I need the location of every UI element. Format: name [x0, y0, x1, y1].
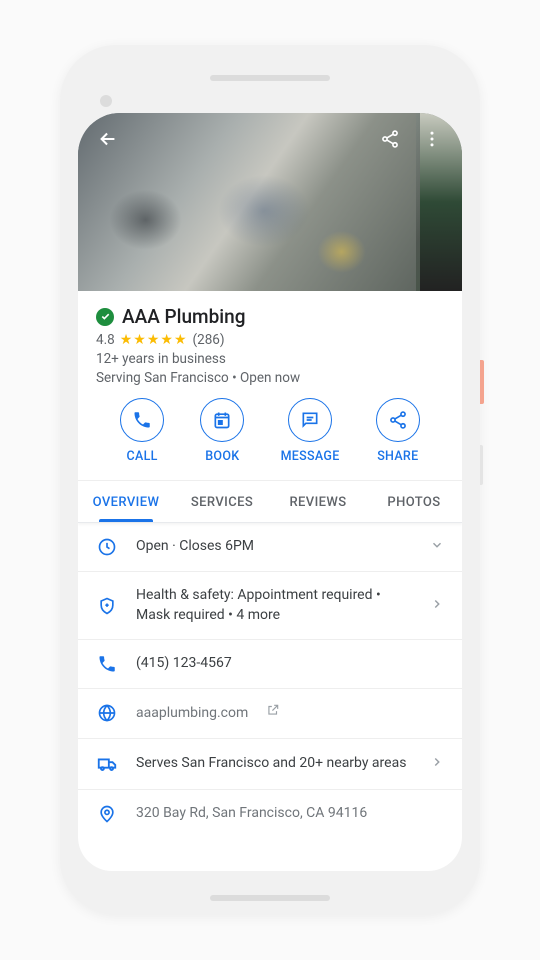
more-vert-icon [422, 129, 442, 149]
book-button[interactable]: BOOK [200, 398, 244, 464]
phone-icon [132, 410, 152, 430]
tab-photos[interactable]: PHOTOS [366, 481, 462, 522]
website-text: aaaplumbing.com [136, 703, 444, 724]
chevron-right-icon [430, 597, 444, 611]
tab-bar: OVERVIEW SERVICES REVIEWS PHOTOS [78, 481, 462, 523]
phone-row-icon [97, 654, 117, 674]
share-label: SHARE [377, 449, 418, 464]
shield-icon [97, 596, 117, 616]
rating-value: 4.8 [96, 332, 115, 348]
back-button[interactable] [96, 127, 120, 151]
calendar-icon [212, 410, 232, 430]
phone-text: (415) 123-4567 [136, 654, 444, 674]
verified-badge-icon [96, 308, 114, 326]
call-label: CALL [127, 449, 158, 464]
clock-icon [97, 537, 117, 557]
header-card: AAA Plumbing 4.8 ★★★★★ (286) 12+ years i… [78, 291, 462, 481]
tab-reviews[interactable]: REVIEWS [270, 481, 366, 522]
arrow-left-icon [97, 128, 119, 150]
stars-icon: ★★★★★ [120, 332, 188, 348]
hours-row[interactable]: Open · Closes 6PM [78, 523, 462, 572]
globe-icon [97, 703, 117, 723]
phone-row[interactable]: (415) 123-4567 [78, 640, 462, 689]
chevron-right-icon [430, 755, 444, 769]
business-name: AAA Plumbing [122, 305, 245, 328]
share-icon [380, 129, 400, 149]
share-hero-button[interactable] [378, 127, 402, 151]
safety-row[interactable]: Health & safety: Appointment required • … [78, 572, 462, 640]
share-button[interactable]: SHARE [376, 398, 420, 464]
tab-overview[interactable]: OVERVIEW [78, 481, 174, 522]
message-button[interactable]: MESSAGE [281, 398, 340, 464]
book-label: BOOK [205, 449, 239, 464]
address-row[interactable]: 320 Bay Rd, San Francisco, CA 94116 [78, 790, 462, 838]
call-button[interactable]: CALL [120, 398, 164, 464]
years-in-business: 12+ years in business [96, 351, 444, 367]
website-row[interactable]: aaaplumbing.com [78, 689, 462, 739]
share-action-icon [388, 410, 408, 430]
chevron-down-icon [430, 538, 444, 552]
tab-services[interactable]: SERVICES [174, 481, 270, 522]
more-button[interactable] [420, 127, 444, 151]
serves-row[interactable]: Serves San Francisco and 20+ nearby area… [78, 739, 462, 790]
message-label: MESSAGE [281, 449, 340, 464]
review-count[interactable]: (286) [193, 332, 225, 348]
safety-text: Health & safety: Appointment required • … [136, 586, 412, 625]
message-icon [300, 410, 320, 430]
screen: AAA Plumbing 4.8 ★★★★★ (286) 12+ years i… [78, 113, 462, 871]
serves-text: Serves San Francisco and 20+ nearby area… [136, 754, 412, 774]
serving-line: Serving San Francisco • Open now [96, 370, 444, 386]
address-text: 320 Bay Rd, San Francisco, CA 94116 [136, 804, 444, 824]
hero-image[interactable] [78, 113, 462, 291]
external-link-icon [266, 703, 280, 717]
truck-icon [96, 753, 118, 775]
hours-text: Open · Closes 6PM [136, 537, 412, 557]
pin-icon [97, 804, 117, 824]
